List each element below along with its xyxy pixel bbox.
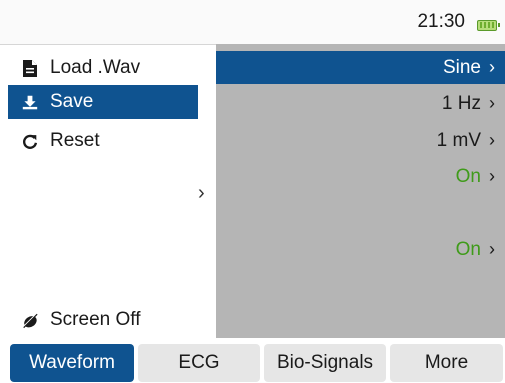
settings-panel: Sine › 1 Hz › 1 mV › On › On › (216, 44, 505, 338)
download-icon (8, 93, 38, 112)
battery-full-icon (477, 20, 500, 31)
chevron-right-icon: › (489, 239, 495, 259)
chevron-right-icon: › (489, 57, 495, 77)
menu-item-label: Load .Wav (50, 57, 141, 78)
setting-row-toggle-2[interactable]: On › (216, 233, 505, 266)
setting-value: Sine (442, 56, 481, 78)
reset-icon (8, 132, 38, 151)
left-menu-panel: Load .Wav Save Reset › Screen Off (0, 44, 216, 338)
tab-more[interactable]: More (390, 344, 503, 382)
menu-item-screen-off[interactable]: Screen Off (8, 303, 198, 337)
chevron-right-icon: › (489, 166, 495, 186)
file-icon (8, 59, 38, 78)
clock: 21:30 (417, 11, 465, 32)
menu-item-label: Save (50, 91, 94, 112)
menu-item-label: Reset (50, 130, 100, 151)
chevron-right-icon: › (489, 93, 495, 113)
status-on-value: On (455, 165, 481, 187)
status-on-value: On (455, 238, 481, 260)
menu-item-save[interactable]: Save (8, 85, 198, 119)
setting-row-toggle-1[interactable]: On › (216, 160, 505, 193)
menu-item-label: Screen Off (50, 309, 141, 330)
screen-off-icon (8, 311, 38, 330)
setting-value: 1 mV (436, 129, 481, 151)
tab-bio-signals[interactable]: Bio-Signals (264, 344, 386, 382)
status-bar: 21:30 (0, 0, 505, 44)
tab-waveform[interactable]: Waveform (10, 344, 134, 382)
chevron-right-icon: › (489, 130, 495, 150)
setting-row-frequency[interactable]: 1 Hz › (216, 87, 505, 120)
setting-value: 1 Hz (441, 92, 481, 114)
bottom-tab-bar: Waveform ECG Bio-Signals More (0, 338, 505, 383)
chevron-right-icon[interactable]: › (198, 182, 205, 205)
tab-ecg[interactable]: ECG (138, 344, 260, 382)
menu-item-load-wav[interactable]: Load .Wav (8, 51, 198, 85)
setting-row-amplitude[interactable]: 1 mV › (216, 124, 505, 157)
menu-item-reset[interactable]: Reset (8, 124, 198, 158)
setting-row-waveform-type[interactable]: Sine › (216, 51, 505, 84)
